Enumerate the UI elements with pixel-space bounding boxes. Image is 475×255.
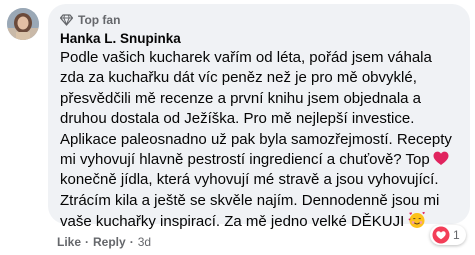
comment-line: vaše kuchařky inspirací. Za mě jedno vel… — [60, 213, 405, 231]
reaction-count-pill[interactable]: 1 — [430, 225, 466, 245]
like-link[interactable]: Like — [57, 235, 81, 249]
smiling-face-with-hearts-icon — [408, 211, 426, 235]
avatar-photo — [7, 8, 39, 40]
comment-line-with-emoji: vaše kuchařky inspirací. Za mě jedno vel… — [60, 211, 458, 231]
comment-line: Aplikace paleosnadno už pak byla samozře… — [60, 130, 452, 148]
badge-label: Top fan — [78, 13, 121, 27]
comment-page: Top fan Hanka L. Snupinka Podle vašich k… — [0, 0, 475, 255]
separator: · — [129, 235, 134, 249]
love-reaction-icon — [432, 226, 450, 244]
avatar[interactable] — [7, 8, 39, 40]
comment-line: Ztrácím kila a ještě se skvěle najím. De… — [60, 191, 440, 209]
red-heart-icon — [433, 151, 449, 172]
comment-line: mi vyhovují hlavně pestrostí ingrediencí… — [60, 150, 430, 168]
comment-actions: Like · Reply · 3d — [57, 234, 151, 250]
comment-author[interactable]: Hanka L. Snupinka — [60, 30, 458, 48]
comment-timestamp[interactable]: 3d — [138, 235, 151, 249]
comment-line: konečně jídla, která vyhovují mé stravě … — [60, 171, 439, 189]
comment-line: přesvědčili mě recenze a první knihu jse… — [60, 89, 422, 107]
comment-line-with-heart: mi vyhovují hlavně pestrostí ingrediencí… — [60, 150, 458, 170]
comment-text: Podle vašich kucharek vařím od léta, poř… — [60, 48, 458, 232]
comment-bubble: Top fan Hanka L. Snupinka Podle vašich k… — [48, 4, 470, 230]
reply-link[interactable]: Reply — [93, 235, 126, 249]
comment-line: Podle vašich kucharek vařím od léta, poř… — [60, 49, 432, 66]
comment-line: zda za kuchařku dát víc peněz než je pro… — [60, 69, 417, 87]
diamond-icon — [60, 14, 73, 26]
comment-line: druhou dostala od Ježíška. Pro mě nejlep… — [60, 110, 415, 128]
reaction-count: 1 — [453, 228, 460, 242]
separator: · — [85, 235, 90, 249]
top-fan-badge: Top fan — [60, 12, 458, 28]
